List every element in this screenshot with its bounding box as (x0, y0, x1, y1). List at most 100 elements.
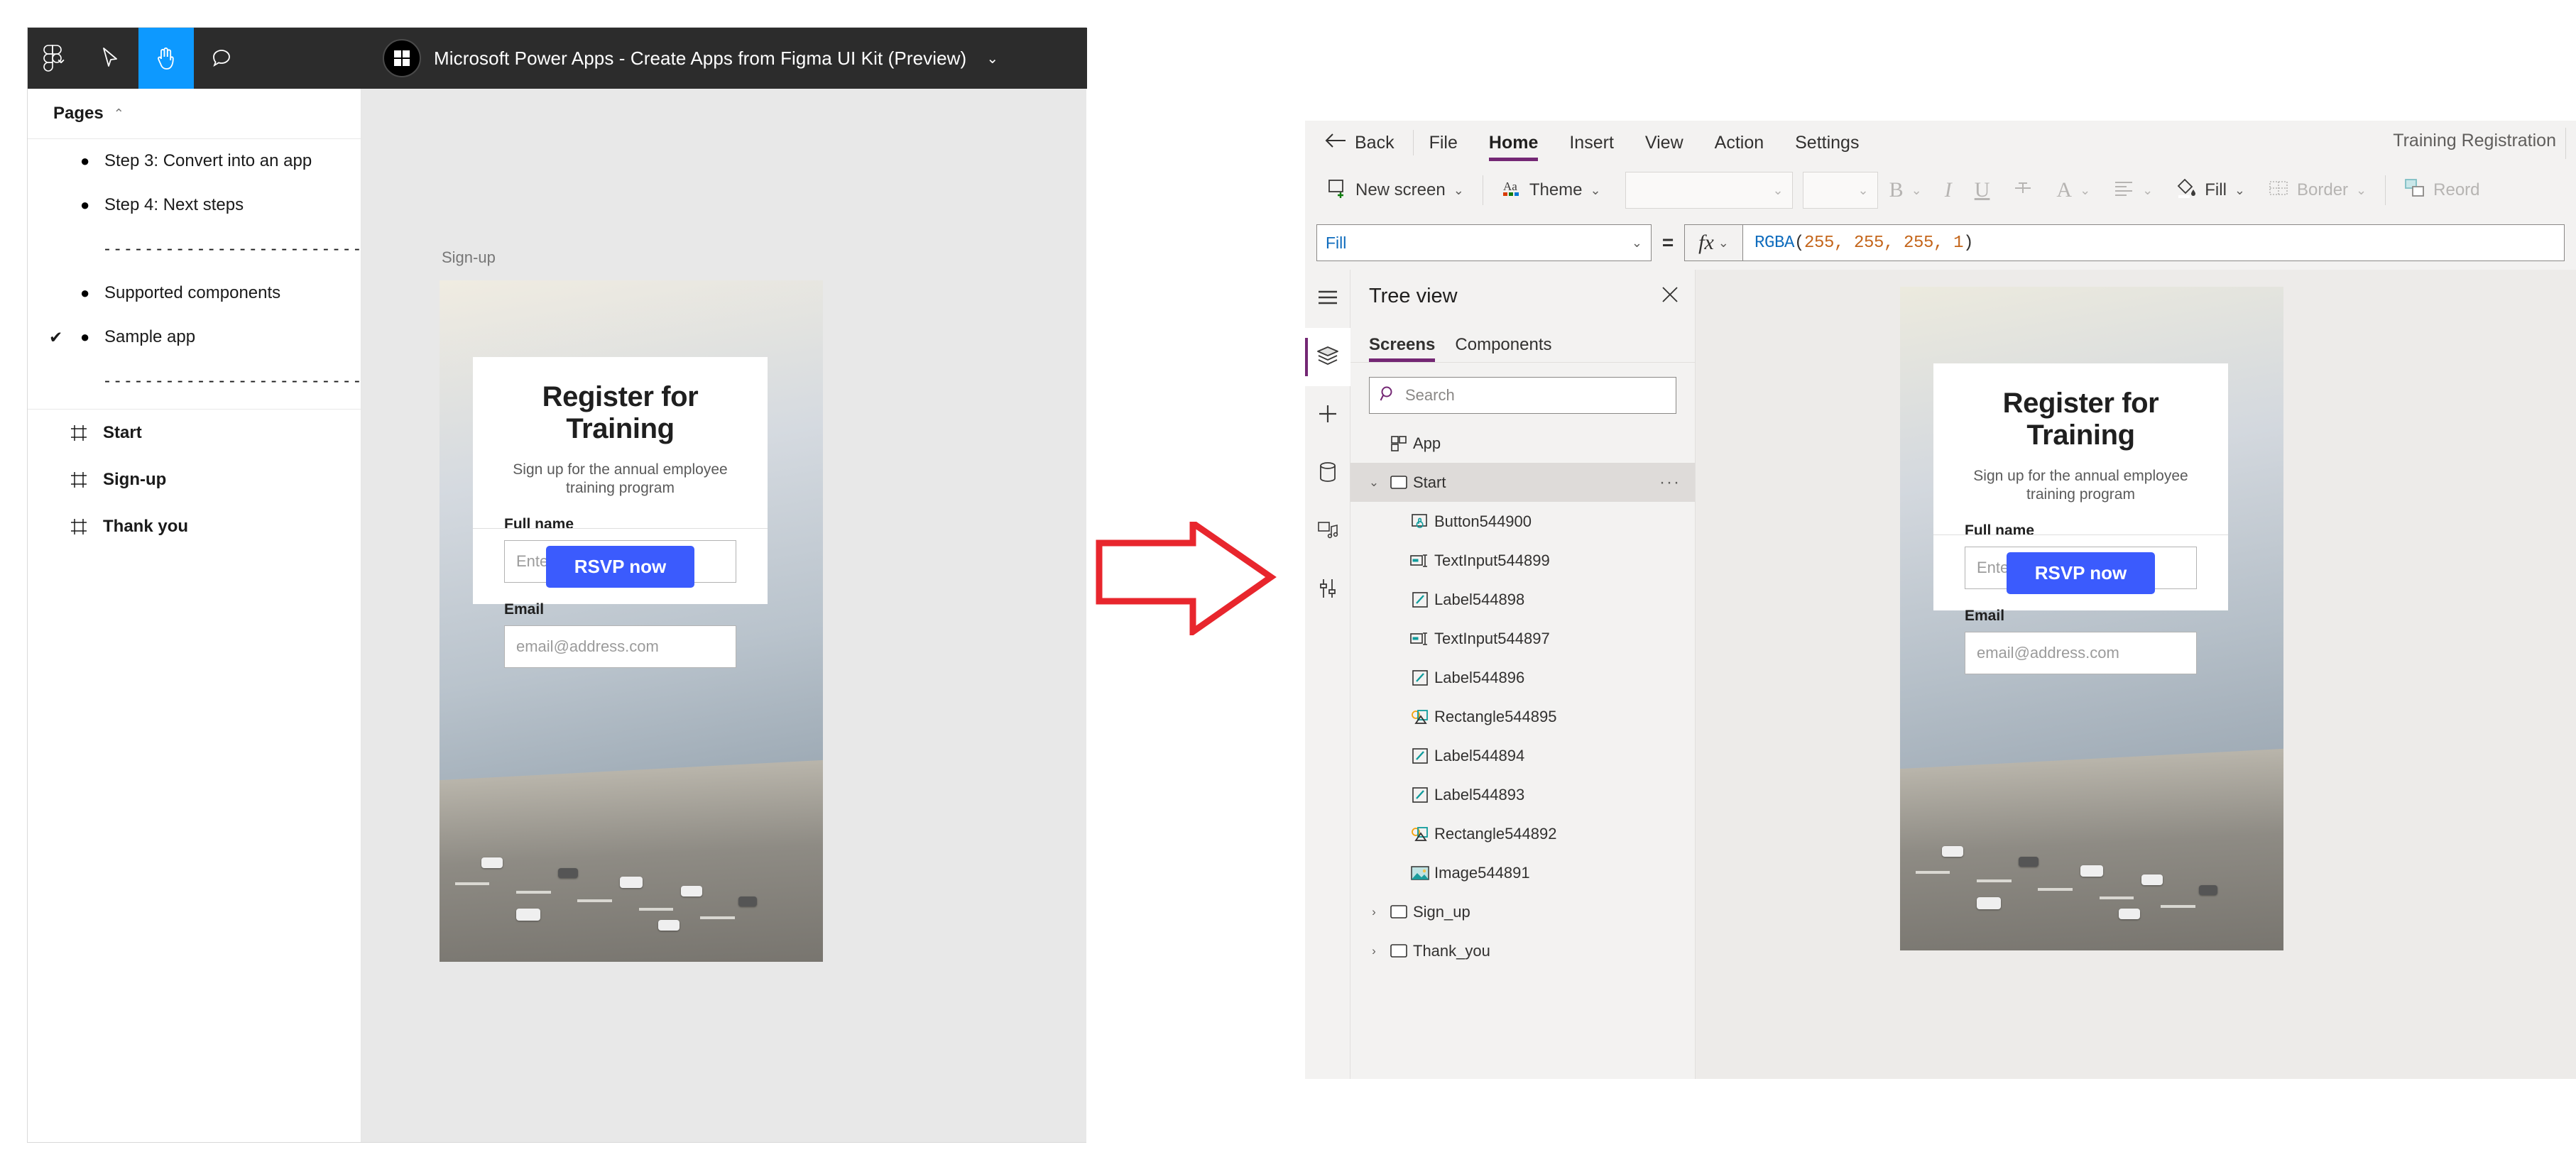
figma-file-chip[interactable]: Microsoft Power Apps - Create Apps from … (383, 39, 998, 77)
figma-left-panel: Pages ⌃ ● Step 3: Convert into an app ● … (28, 89, 361, 1142)
chevron-down-icon: ⌄ (2234, 182, 2245, 197)
strikethrough-button[interactable] (2001, 179, 2045, 202)
page-item-step3[interactable]: ● Step 3: Convert into an app (28, 139, 361, 183)
reorder-button[interactable]: Reord (2393, 178, 2491, 203)
tree-node-label544896[interactable]: Label544896 (1350, 658, 1695, 697)
tree-node-rectangle544892[interactable]: Rectangle544892 (1350, 814, 1695, 853)
underline-button[interactable]: U (1963, 178, 2002, 202)
pages-title: Pages (53, 104, 104, 123)
menu-item-file[interactable]: File (1414, 121, 1473, 165)
tree-node-label: Label544894 (1434, 746, 1525, 764)
back-button[interactable]: Back (1305, 133, 1413, 153)
pages-panel-header[interactable]: Pages ⌃ (28, 89, 361, 139)
insert-button[interactable] (1305, 386, 1350, 444)
menubar-right-divider (2565, 128, 2566, 159)
rsvp-now-button[interactable]: RSVP now (545, 545, 695, 588)
layers-icon (1316, 346, 1339, 369)
move-tool-button[interactable] (83, 28, 138, 89)
tree-node-label544894[interactable]: Label544894 (1350, 736, 1695, 775)
tab-components[interactable]: Components (1455, 335, 1551, 362)
tree-view-button[interactable] (1305, 328, 1350, 386)
email-input[interactable]: email@address.com (504, 625, 736, 669)
bold-button[interactable]: B ⌄ (1878, 178, 1933, 202)
chevron-down-icon: ⌄ (2080, 182, 2091, 197)
tree-node-sign-up[interactable]: › Sign_up (1350, 892, 1695, 931)
figma-design-frame[interactable]: Register for Training Sign up for the an… (440, 280, 823, 962)
chevron-up-icon: ⌃ (113, 106, 124, 121)
chevron-down-icon[interactable]: ⌄ (1363, 476, 1385, 490)
page-check-icon: ✔ (49, 327, 63, 346)
figma-canvas[interactable]: Sign-up Register for Training Sign up fo… (361, 89, 1086, 1142)
app-title: Training Registration (2393, 131, 2556, 150)
tree-node-label: Label544893 (1434, 785, 1525, 804)
frame-icon (70, 424, 103, 442)
font-family-select[interactable]: ⌄ (1625, 172, 1793, 209)
font-size-select[interactable]: ⌄ (1802, 172, 1878, 209)
tree-node-label: Sign_up (1413, 902, 1470, 921)
layer-item-label: Thank you (103, 517, 189, 536)
page-bullet-icon: ● (80, 196, 90, 214)
menu-item-home[interactable]: Home (1473, 121, 1554, 165)
tree-node-label544893[interactable]: Label544893 (1350, 775, 1695, 814)
reorder-label: Reord (2433, 180, 2480, 199)
theme-icon: Aa (1502, 178, 1522, 203)
layer-item-sign-up[interactable]: Sign-up (28, 456, 361, 503)
tree-node-rectangle544895[interactable]: Rectangle544895 (1350, 697, 1695, 736)
new-screen-button[interactable]: New screen ⌄ (1316, 178, 1475, 203)
font-color-label: A (2056, 178, 2073, 202)
strikethrough-icon (2012, 179, 2034, 202)
page-item-step4[interactable]: ● Step 4: Next steps (28, 183, 361, 227)
tree-node-label544898[interactable]: Label544898 (1350, 580, 1695, 619)
tree-node-textinput544899[interactable]: TextInput544899 (1350, 541, 1695, 580)
label-icon (1406, 786, 1434, 804)
tree-node-app[interactable]: App (1350, 424, 1695, 463)
tree-view-tabs: Screens Components (1350, 322, 1695, 363)
property-select[interactable]: Fill ⌄ (1316, 224, 1652, 261)
tree-node-button544900[interactable]: Button544900 (1350, 502, 1695, 541)
hand-tool-button[interactable] (138, 28, 194, 89)
hamburger-menu-button[interactable] (1305, 270, 1350, 328)
new-screen-label: New screen (1355, 180, 1446, 199)
powerapps-canvas[interactable]: Register for Training Sign up for the an… (1696, 270, 2576, 1079)
theme-button[interactable]: Aa Theme ⌄ (1490, 178, 1612, 203)
menu-item-action[interactable]: Action (1699, 121, 1779, 165)
formula-input[interactable]: RGBA(255, 255, 255, 1) (1742, 224, 2565, 261)
rsvp-now-button[interactable]: RSVP now (2006, 552, 2156, 594)
menu-item-insert[interactable]: Insert (1554, 121, 1630, 165)
menu-item-settings[interactable]: Settings (1779, 121, 1874, 165)
italic-button[interactable]: I (1933, 178, 1963, 202)
layer-item-thank-you[interactable]: Thank you (28, 503, 361, 550)
align-button[interactable]: ⌄ (2102, 179, 2164, 202)
page-item-sample-app[interactable]: ✔ ● Sample app (28, 315, 361, 359)
tab-screens[interactable]: Screens (1369, 335, 1436, 362)
border-button[interactable]: Border ⌄ (2256, 179, 2378, 202)
frame-name-label[interactable]: Sign-up (442, 248, 496, 267)
tree-search-input[interactable]: Search (1369, 377, 1676, 414)
chevron-right-icon[interactable]: › (1363, 905, 1385, 919)
comment-tool-button[interactable] (194, 28, 249, 89)
figma-logo-menu[interactable]: ⌄ (28, 28, 83, 89)
menu-item-view[interactable]: View (1630, 121, 1699, 165)
tree-node-more-icon[interactable]: ··· (1659, 473, 1681, 493)
powerapps-screen-preview[interactable]: Register for Training Sign up for the an… (1900, 287, 2283, 950)
label-icon (1406, 747, 1434, 764)
formula-function: RGBA (1754, 233, 1795, 253)
tree-node-image544891[interactable]: Image544891 (1350, 853, 1695, 892)
tree-node-list: App ⌄ Start ··· Button544900 TextInput54… (1350, 424, 1695, 970)
font-color-button[interactable]: A ⌄ (2045, 178, 2102, 202)
fx-button[interactable]: fx ⌄ (1684, 224, 1742, 261)
tree-node-textinput544897[interactable]: TextInput544897 (1350, 619, 1695, 658)
page-item-supported-components[interactable]: ● Supported components (28, 271, 361, 315)
chevron-down-icon: ⌄ (1590, 182, 1601, 197)
media-button[interactable] (1305, 503, 1350, 561)
tree-node-start[interactable]: ⌄ Start ··· (1350, 463, 1695, 502)
email-input[interactable]: email@address.com (1965, 632, 2197, 675)
tree-node-thank-you[interactable]: › Thank_you (1350, 931, 1695, 970)
close-icon[interactable] (1661, 285, 1679, 307)
tools-button[interactable] (1305, 561, 1350, 619)
fill-button[interactable]: Fill ⌄ (2164, 177, 2256, 204)
data-button[interactable] (1305, 444, 1350, 503)
chevron-right-icon[interactable]: › (1363, 944, 1385, 958)
layer-item-start[interactable]: Start (28, 410, 361, 456)
background-photo (1900, 737, 2283, 950)
